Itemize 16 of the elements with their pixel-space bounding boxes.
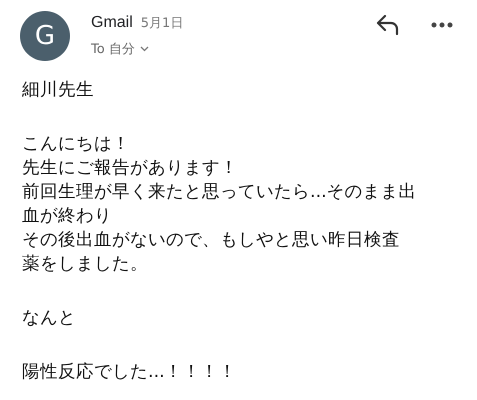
message-line: なんと — [22, 307, 77, 330]
message-line: 先生にご報告があります！ — [22, 157, 239, 180]
message-line: その後出血がないので、もしやと思い昨日検査 — [22, 229, 401, 252]
sender-name: Gmail — [91, 14, 133, 32]
avatar: G — [20, 11, 70, 61]
message-line: こんにちは！ — [22, 133, 131, 156]
more-button[interactable] — [431, 22, 453, 28]
message-line: 細川先生 — [22, 79, 95, 102]
chevron-down-icon — [140, 46, 149, 52]
message-line: 陽性反応でした...！！！！ — [22, 361, 238, 384]
recipient-toggle[interactable]: To 自分 — [91, 40, 375, 58]
message-line: 前回生理が早く来たと思っていたら...そのまま出 — [22, 181, 418, 204]
email-date: 5月1日 — [140, 15, 184, 32]
message-line: 薬をしました。 — [22, 253, 149, 276]
reply-button[interactable] — [375, 14, 401, 36]
message-line: 血が終わり — [22, 205, 113, 228]
